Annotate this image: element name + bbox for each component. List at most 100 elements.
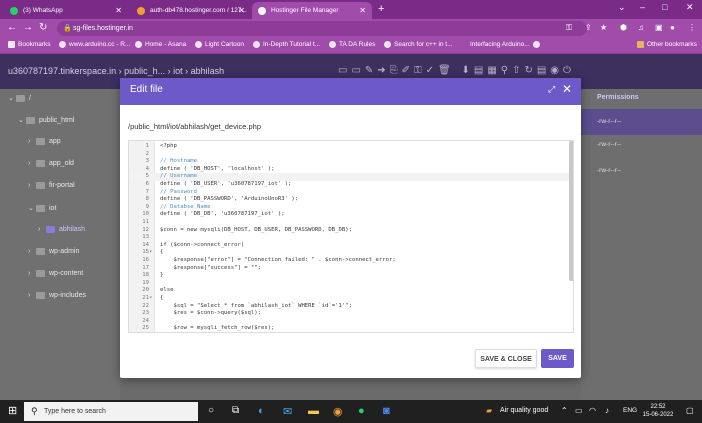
other-bookmarks[interactable]: Other bookmarks — [637, 41, 697, 48]
chrome-icon[interactable]: ◉ — [333, 405, 343, 418]
close-window-icon[interactable]: ✕ — [686, 2, 694, 13]
code-line[interactable]: 20 else — [129, 287, 569, 295]
key-icon[interactable]: ⚿ — [566, 23, 572, 33]
code-editor[interactable]: 1 <?php 2 3 // Hostname 4 define ( 'DB_HOST', … — [128, 140, 574, 333]
code-line[interactable]: 4 define ( 'DB_HOST', 'localhost' ); — [129, 166, 569, 174]
tree-item[interactable]: ⌄ / — [8, 94, 31, 102]
code-line[interactable]: 12 $conn = new mysqli(DB_HOST, DB_USER, D… — [129, 227, 569, 235]
tree-item[interactable]: ⌄ iot — [28, 204, 56, 212]
tree-item[interactable]: ⌄ public_html — [18, 116, 74, 124]
close-tab-icon[interactable]: ✕ — [115, 6, 122, 15]
file-explorer-icon[interactable]: ▬ — [308, 405, 319, 417]
code-line[interactable]: 6 define ( 'DB_USER', 'u360787197_iot' ); — [129, 181, 569, 189]
toolbar-icons[interactable]: ▭▭✎➜⎘✐⚿✓🗑 ⬇▤▦⚲⇧↻▤◉⏻ — [338, 65, 575, 76]
chevron-right-icon[interactable]: › — [28, 182, 36, 189]
tree-item[interactable]: › app — [28, 138, 61, 145]
code-line[interactable]: 1 <?php — [129, 143, 569, 151]
chevron-up-icon[interactable]: ⌃ — [561, 406, 568, 415]
edge-icon[interactable]: ◐ — [258, 405, 265, 417]
mail-icon[interactable]: ✉ — [283, 405, 292, 418]
cortana-icon[interactable]: ○ — [208, 405, 214, 416]
code-line[interactable]: 18} — [129, 272, 569, 280]
bookmark-item[interactable] — [533, 41, 543, 48]
close-tab-icon[interactable]: ✕ — [238, 6, 245, 15]
code-line[interactable]: 16 $response["error"] = "Connection fail… — [129, 257, 569, 265]
task-view-icon[interactable]: ⧉ — [232, 405, 239, 416]
language-indicator[interactable]: ENG — [623, 407, 637, 414]
tab-phpmyadmin[interactable]: auth-db478.hostinger.com / 127... ✕ — [131, 2, 251, 19]
bookmark-item[interactable]: In-Depth Tutorial t... — [253, 41, 320, 48]
chevron-right-icon[interactable]: › — [28, 248, 36, 255]
music-icon[interactable]: ♫ — [638, 23, 644, 32]
code-line[interactable]: 15 ▾ { — [129, 249, 569, 257]
chevron-right-icon[interactable]: › — [28, 138, 36, 145]
save-button[interactable]: SAVE — [541, 349, 574, 368]
code-line[interactable]: 14 if ($conn->connect_error) — [129, 242, 569, 250]
tree-item[interactable]: › wp-includes — [28, 292, 86, 299]
code-line[interactable]: 24 — [129, 318, 569, 326]
code-line[interactable]: 13 — [129, 234, 569, 242]
expand-icon[interactable]: ⤢ — [548, 84, 555, 95]
save-and-close-button[interactable]: SAVE & CLOSE — [475, 349, 537, 368]
code-line[interactable]: 23 $res = $conn->query($sql); — [129, 310, 569, 318]
bookmark-item[interactable]: Light Cartoon — [195, 41, 244, 48]
notifications-icon[interactable]: ▢ — [686, 406, 694, 415]
code-line[interactable]: 7 // Password — [129, 189, 569, 197]
chevron-right-icon[interactable]: › — [28, 270, 36, 277]
code-line[interactable]: 22 $sql = "Select * from `abhilash_iot` … — [129, 303, 569, 311]
bookmark-item[interactable]: Home - Asana — [135, 41, 186, 48]
chevron-right-icon[interactable]: › — [28, 160, 36, 167]
volume-icon[interactable]: ♪ — [605, 406, 609, 415]
code-line[interactable]: 8 define ( 'DB_PASSWORD', 'ArduinoUnoR3' … — [129, 196, 569, 204]
windows-start-icon[interactable]: ⊞ — [8, 404, 17, 417]
code-line[interactable]: 11 — [129, 219, 569, 227]
minimize-icon[interactable]: – — [640, 2, 645, 12]
tree-item[interactable]: › wp-content — [28, 270, 83, 277]
close-tab-icon[interactable]: ✕ — [359, 6, 366, 15]
table-row[interactable]: -rw-r--r-- — [581, 158, 702, 184]
chevron-down-icon[interactable]: ⌄ — [18, 116, 26, 124]
clock[interactable]: 22:52 15-06-2022 — [641, 403, 675, 419]
star-icon[interactable]: ★ — [600, 23, 607, 32]
bookmark-item[interactable]: Search for c++ in t... — [384, 41, 453, 48]
profile-avatar-icon[interactable]: ● — [670, 23, 675, 32]
spotify-icon[interactable]: ● — [358, 405, 365, 417]
forward-icon[interactable]: → — [23, 22, 33, 33]
tree-item[interactable]: › fir-portal — [28, 182, 75, 189]
code-line[interactable]: 10 define ( 'DB_DB', 'u360787197_iot' ); — [129, 211, 569, 219]
bookmark-item[interactable]: TA DA Rules — [329, 41, 375, 48]
menu-icon[interactable]: ⋮ — [688, 23, 696, 32]
tree-item[interactable]: › app_old — [28, 160, 74, 167]
code-line[interactable]: 25 $row = mysqli_fetch_row($res); — [129, 325, 569, 332]
code-line[interactable]: 2 — [129, 151, 569, 159]
code-line[interactable]: 3 // Hostname — [129, 158, 569, 166]
bookmark-item[interactable]: Bookmarks — [8, 41, 51, 48]
code-line[interactable]: 9 // Databse Name — [129, 204, 569, 212]
weather-text[interactable]: Air quality good — [500, 407, 548, 414]
close-icon[interactable]: ✕ — [562, 82, 572, 96]
tab-search-icon[interactable]: ⌄ — [618, 2, 626, 13]
tab-whatsapp[interactable]: (3) WhatsApp ✕ — [4, 2, 128, 19]
scrollbar[interactable] — [569, 141, 573, 281]
chevron-down-icon[interactable]: ⌄ — [8, 94, 16, 102]
table-row[interactable]: -rw-r--r-- — [581, 132, 702, 158]
code-line[interactable]: 21 ▾ { — [129, 295, 569, 303]
url-input[interactable]: 🔒 sg-files.hostinger.in — [57, 21, 587, 36]
bookmark-item[interactable]: www.arduino.cc - R... — [59, 41, 130, 48]
sidebar-icon[interactable]: ▣ — [655, 23, 663, 32]
word-icon[interactable]: ◙ — [383, 405, 390, 417]
maximize-icon[interactable]: □ — [662, 2, 667, 12]
tree-item[interactable]: › wp-admin — [28, 248, 79, 255]
breadcrumb[interactable]: u360787197.tinkerspace.in › public_h... … — [8, 66, 224, 76]
wifi-icon[interactable]: ◠ — [589, 406, 596, 415]
extension-icon[interactable]: ⬢ — [620, 23, 627, 32]
tab-file-manager[interactable]: Hostinger File Manager ✕ — [252, 2, 372, 19]
tree-item[interactable]: › abhilash — [38, 226, 85, 233]
code-line[interactable]: 19 — [129, 280, 569, 288]
back-icon[interactable]: ← — [7, 22, 17, 33]
reload-icon[interactable]: ↻ — [39, 22, 47, 33]
share-icon[interactable]: ⇪ — [585, 23, 592, 32]
chevron-down-icon[interactable]: ⌄ — [28, 204, 36, 212]
fold-icon[interactable]: ▾ — [149, 295, 152, 303]
fold-icon[interactable]: ▾ — [149, 249, 152, 257]
